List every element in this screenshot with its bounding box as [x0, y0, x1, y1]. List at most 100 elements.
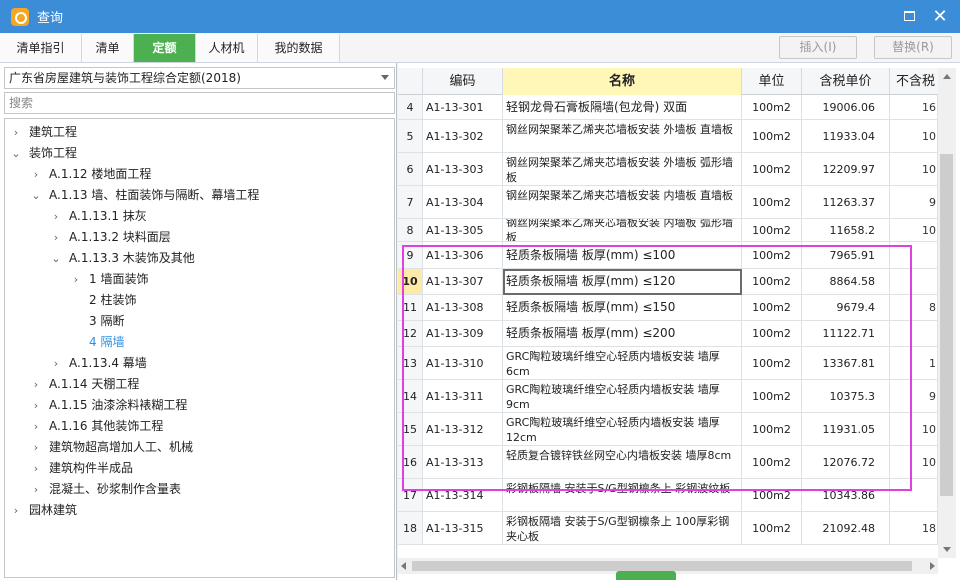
code-cell[interactable]: A1-13-315 — [423, 512, 503, 544]
code-cell[interactable]: A1-13-313 — [423, 446, 503, 478]
table-row[interactable]: 18 A1-13-315 彩钢板隔墙 安装于S/G型钢檩条上 100厚彩钢夹心板 10… — [398, 512, 938, 545]
chevron-down-icon[interactable]: ⌄ — [11, 143, 21, 164]
tree-item[interactable]: › 园林建筑 — [11, 500, 77, 521]
table-row[interactable]: 11 A1-13-308 轻质条板隔墙 板厚(mm) ≤150 100m2 9679.4… — [398, 295, 938, 321]
scroll-left-icon[interactable] — [401, 562, 406, 570]
tree-item[interactable]: › A.1.13.4 幕墙 — [51, 353, 147, 374]
chevron-right-icon[interactable]: › — [31, 395, 41, 416]
unit-cell[interactable]: 100m2 — [742, 380, 802, 412]
pretax-price-cell[interactable] — [890, 479, 938, 511]
table-row[interactable]: 10 A1-13-307 轻质条板隔墙 板厚(mm) ≤120 100m2 8864.5… — [398, 269, 938, 295]
tax-price-cell[interactable]: 11933.04 — [802, 120, 890, 152]
code-cell[interactable]: A1-13-314 — [423, 479, 503, 511]
vertical-scrollbar[interactable] — [938, 68, 956, 558]
pretax-price-cell[interactable] — [890, 321, 938, 346]
tab-my-data[interactable]: 我的数据 — [258, 34, 340, 62]
table-row[interactable]: 16 A1-13-313 轻质复合镀锌铁丝网空心内墙板安装 墙厚8cm 100m2 12… — [398, 446, 938, 479]
name-cell[interactable]: 轻质条板隔墙 板厚(mm) ≤200 — [503, 321, 742, 346]
chevron-right-icon[interactable]: › — [51, 206, 61, 227]
panel-resize-handle[interactable] — [616, 571, 676, 580]
table-row[interactable]: 6 A1-13-303 钢丝网架聚苯乙烯夹芯墙板安装 外墙板 弧形墙板 100m2 12… — [398, 153, 938, 186]
tab-bill[interactable]: 清单 — [82, 34, 134, 62]
tax-price-cell[interactable]: 8864.58 — [802, 269, 890, 294]
unit-cell[interactable]: 100m2 — [742, 512, 802, 544]
tax-price-cell[interactable]: 10343.86 — [802, 479, 890, 511]
tree-item[interactable]: › A.1.13.2 块料面层 — [51, 227, 171, 248]
tax-price-cell[interactable]: 11122.71 — [802, 321, 890, 346]
pretax-price-cell[interactable]: 1 — [890, 347, 938, 379]
tax-price-cell[interactable]: 10375.3 — [802, 380, 890, 412]
name-cell[interactable]: 钢丝网架聚苯乙烯夹芯墙板安装 外墙板 直墙板 — [503, 120, 742, 152]
chevron-down-icon[interactable]: ⌄ — [31, 185, 41, 206]
chevron-right-icon[interactable]: › — [31, 479, 41, 500]
chevron-right-icon[interactable]: › — [51, 227, 61, 248]
chevron-down-icon[interactable]: ⌄ — [51, 248, 61, 269]
pretax-price-cell[interactable]: 18 — [890, 512, 938, 544]
tree-item[interactable]: › 1 墙面装饰 — [71, 269, 149, 290]
name-cell[interactable]: 轻质条板隔墙 板厚(mm) ≤120 — [503, 269, 742, 294]
code-cell[interactable]: A1-13-307 — [423, 269, 503, 294]
tree-item[interactable]: › 混凝土、砂浆制作含量表 — [31, 479, 181, 500]
name-cell[interactable]: 钢丝网架聚苯乙烯夹芯墙板安装 外墙板 弧形墙板 — [503, 153, 742, 185]
tab-bill-guide[interactable]: 清单指引 — [0, 34, 82, 62]
chevron-right-icon[interactable]: › — [31, 416, 41, 437]
tree-item[interactable]: › 建筑物超高增加人工、机械 — [31, 437, 193, 458]
table-row[interactable]: 14 A1-13-311 GRC陶粒玻璃纤维空心轻质内墙板安装 墙厚9cm 100m2… — [398, 380, 938, 413]
pretax-price-cell[interactable]: 10 — [890, 120, 938, 152]
unit-cell[interactable]: 100m2 — [742, 269, 802, 294]
tax-price-cell[interactable]: 9679.4 — [802, 295, 890, 320]
scroll-thumb[interactable] — [940, 154, 953, 496]
table-row[interactable]: 8 A1-13-305 钢丝网架聚苯乙烯夹芯墙板安装 内墙板 弧形墙板 100m2 11… — [398, 219, 938, 242]
table-row[interactable]: 4 A1-13-301 轻钢龙骨石膏板隔墙(包龙骨) 双面 100m2 19006.06… — [398, 95, 938, 120]
code-cell[interactable]: A1-13-308 — [423, 295, 503, 320]
chevron-right-icon[interactable]: › — [11, 122, 21, 143]
tree-item[interactable]: 2 柱装饰 — [89, 290, 136, 311]
unit-cell[interactable]: 100m2 — [742, 479, 802, 511]
tax-price-cell[interactable]: 13367.81 — [802, 347, 890, 379]
tree-item[interactable]: › 建筑构件半成品 — [31, 458, 133, 479]
name-cell[interactable]: 彩钢板隔墙 安装于S/G型钢檩条上 彩钢波纹板 — [503, 479, 742, 511]
header-unit[interactable]: 单位 — [742, 68, 802, 95]
tree-item[interactable]: ⌄ A.1.13.3 木装饰及其他 — [51, 248, 194, 269]
code-cell[interactable]: A1-13-306 — [423, 242, 503, 268]
code-cell[interactable]: A1-13-303 — [423, 153, 503, 185]
chevron-right-icon[interactable]: › — [31, 458, 41, 479]
hscroll-thumb[interactable] — [412, 561, 912, 571]
header-tax-price[interactable]: 含税单价 — [802, 68, 890, 95]
pretax-price-cell[interactable]: 10 — [890, 446, 938, 478]
unit-cell[interactable]: 100m2 — [742, 242, 802, 268]
insert-button[interactable]: 插入(I) — [779, 36, 857, 59]
code-cell[interactable]: A1-13-302 — [423, 120, 503, 152]
tax-price-cell[interactable]: 11658.2 — [802, 219, 890, 241]
tree-item[interactable]: › A.1.13.1 抹灰 — [51, 206, 147, 227]
tree-item[interactable]: ⌄ A.1.13 墙、柱面装饰与隔断、幕墙工程 — [31, 185, 259, 206]
pretax-price-cell[interactable]: 9 — [890, 380, 938, 412]
name-cell[interactable]: GRC陶粒玻璃纤维空心轻质内墙板安装 墙厚12cm — [503, 413, 742, 445]
tax-price-cell[interactable]: 11931.05 — [802, 413, 890, 445]
quota-library-select[interactable]: 广东省房屋建筑与装饰工程综合定额(2018) — [4, 67, 395, 89]
code-cell[interactable]: A1-13-305 — [423, 219, 503, 241]
tax-price-cell[interactable]: 21092.48 — [802, 512, 890, 544]
table-row[interactable]: 7 A1-13-304 钢丝网架聚苯乙烯夹芯墙板安装 内墙板 直墙板 100m2 112… — [398, 186, 938, 219]
header-name[interactable]: 名称 — [503, 68, 742, 95]
tax-price-cell[interactable]: 11263.37 — [802, 186, 890, 218]
tree-item[interactable]: › A.1.14 天棚工程 — [31, 374, 140, 395]
tab-labor-material-machine[interactable]: 人材机 — [196, 34, 258, 62]
tree-item-selected[interactable]: 4 隔墙 — [89, 332, 124, 353]
chevron-right-icon[interactable]: › — [11, 500, 21, 521]
chevron-right-icon[interactable]: › — [31, 374, 41, 395]
chevron-right-icon[interactable]: › — [71, 269, 81, 290]
tax-price-cell[interactable]: 19006.06 — [802, 95, 890, 119]
scroll-right-icon[interactable] — [930, 562, 935, 570]
chevron-right-icon[interactable]: › — [31, 164, 41, 185]
scroll-up-icon[interactable] — [943, 74, 951, 79]
name-cell[interactable]: 轻质条板隔墙 板厚(mm) ≤150 — [503, 295, 742, 320]
pretax-price-cell[interactable]: 8 — [890, 295, 938, 320]
pretax-price-cell[interactable]: 9 — [890, 186, 938, 218]
name-cell[interactable]: 彩钢板隔墙 安装于S/G型钢檩条上 100厚彩钢夹心板 — [503, 512, 742, 544]
table-row[interactable]: 9 A1-13-306 轻质条板隔墙 板厚(mm) ≤100 100m2 7965.91 — [398, 242, 938, 269]
name-cell[interactable]: 轻质条板隔墙 板厚(mm) ≤100 — [503, 242, 742, 268]
unit-cell[interactable]: 100m2 — [742, 95, 802, 119]
chevron-down-icon[interactable] — [381, 75, 389, 80]
table-row[interactable]: 12 A1-13-309 轻质条板隔墙 板厚(mm) ≤200 100m2 11122.… — [398, 321, 938, 347]
